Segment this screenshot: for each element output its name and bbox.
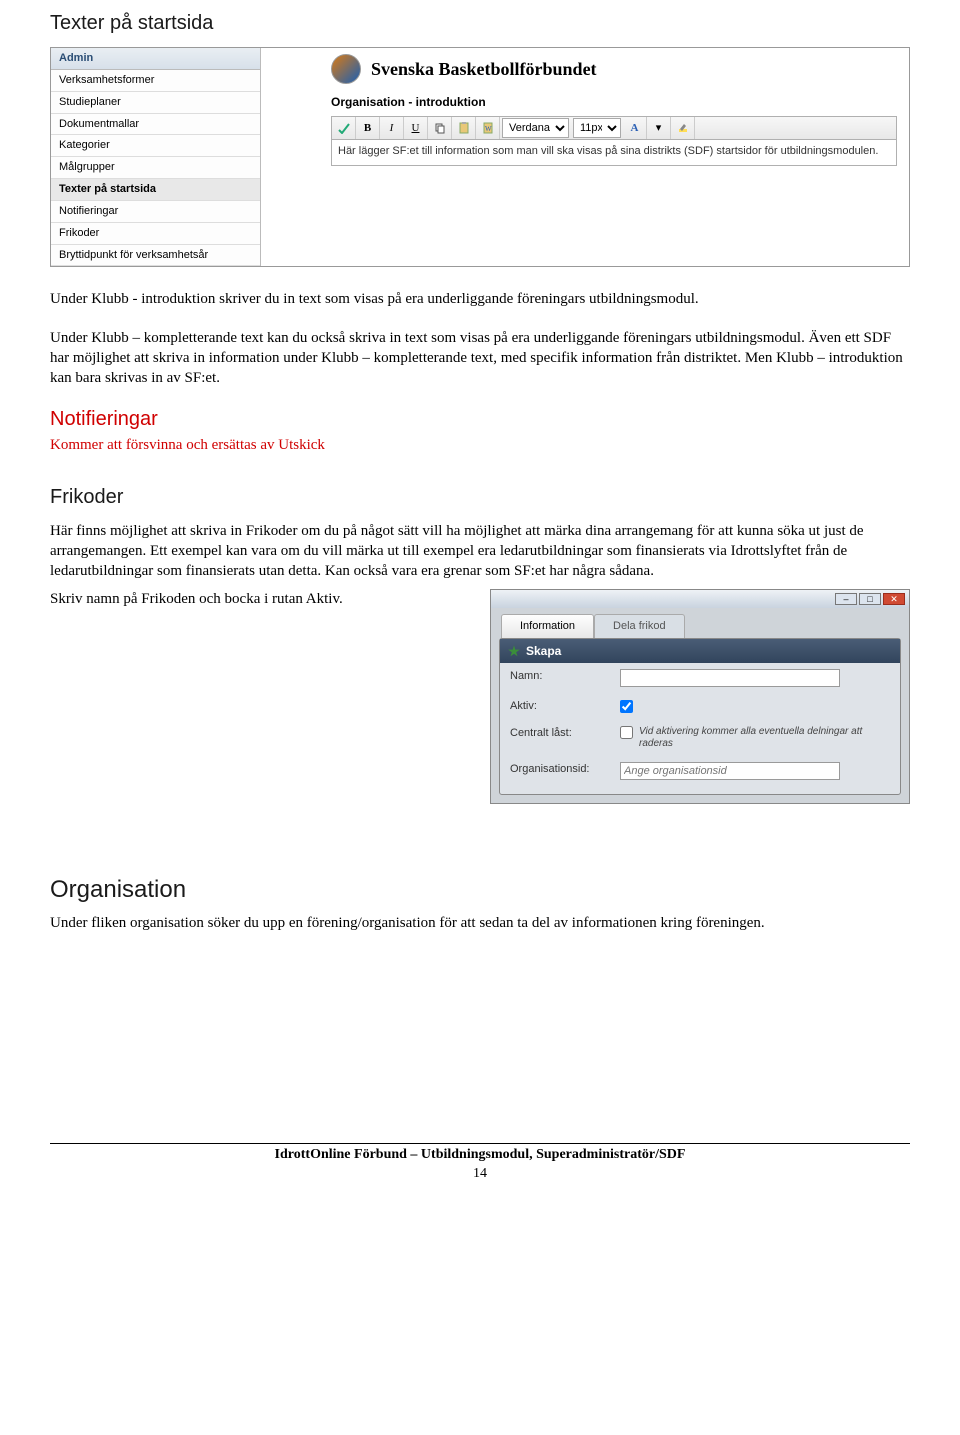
sidebar-item-studieplaner[interactable]: Studieplaner xyxy=(51,92,260,114)
star-icon xyxy=(508,645,520,657)
admin-sidebar-header: Admin xyxy=(51,48,260,70)
checkbox-aktiv[interactable] xyxy=(620,700,633,713)
label-namn: Namn: xyxy=(510,669,610,684)
notifieringar-note: Kommer att försvinna och ersättas av Uts… xyxy=(50,435,910,455)
window-titlebar: – □ ✕ xyxy=(491,590,909,608)
tab-information[interactable]: Information xyxy=(501,614,594,638)
copy-icon[interactable] xyxy=(428,117,452,139)
sidebar-item-texter-startsida[interactable]: Texter på startsida xyxy=(51,179,260,201)
sidebar-item-bryttidpunkt[interactable]: Bryttidpunkt för verksamhetsår xyxy=(51,245,260,267)
sidebar-item-kategorier[interactable]: Kategorier xyxy=(51,135,260,157)
sidebar-item-notifieringar[interactable]: Notifieringar xyxy=(51,201,260,223)
editor-pane: Svenska Basketbollförbundet Organisation… xyxy=(261,48,909,266)
window-minimize-button[interactable]: – xyxy=(835,593,857,605)
editor-textarea[interactable]: Här lägger SF:et till information som ma… xyxy=(331,140,897,166)
panel-title: Skapa xyxy=(526,643,561,659)
spellcheck-icon[interactable] xyxy=(332,117,356,139)
heading-organisation: Organisation xyxy=(50,874,910,906)
paragraph-klubb-kompl: Under Klubb – kompletterande text kan du… xyxy=(50,328,910,389)
label-aktiv: Aktiv: xyxy=(510,699,610,714)
font-size-select[interactable]: 11px xyxy=(573,118,621,138)
paste-word-icon[interactable]: W xyxy=(476,117,500,139)
heading-texter: Texter på startsida xyxy=(50,10,910,37)
italic-button[interactable]: I xyxy=(380,117,404,139)
sidebar-item-malgrupper[interactable]: Målgrupper xyxy=(51,157,260,179)
bold-button[interactable]: B xyxy=(356,117,380,139)
checkbox-centralt-last[interactable] xyxy=(620,726,633,739)
sidebar-item-verksamhetsformer[interactable]: Verksamhetsformer xyxy=(51,70,260,92)
heading-notifieringar: Notifieringar xyxy=(50,406,910,433)
footer-text: IdrottOnline Förbund – Utbildningsmodul,… xyxy=(50,1146,910,1165)
label-organisationsid: Organisationsid: xyxy=(510,762,610,777)
frikod-dialog-screenshot: – □ ✕ Information Dela frikod Skapa Namn… xyxy=(490,589,910,804)
sidebar-item-frikoder[interactable]: Frikoder xyxy=(51,223,260,245)
chevron-down-icon[interactable]: ▾ xyxy=(647,117,671,139)
highlight-icon[interactable] xyxy=(671,117,695,139)
paste-icon[interactable] xyxy=(452,117,476,139)
organisation-body: Under fliken organisation söker du upp e… xyxy=(50,913,910,933)
admin-sidebar: Admin Verksamhetsformer Studieplaner Dok… xyxy=(51,48,261,266)
font-family-select[interactable]: Verdana xyxy=(502,118,569,138)
panel-header: Skapa xyxy=(500,639,900,663)
sidebar-item-dokumentmallar[interactable]: Dokumentmallar xyxy=(51,114,260,136)
svg-text:W: W xyxy=(485,125,492,133)
tab-dela-frikod[interactable]: Dela frikod xyxy=(594,614,685,638)
frikoder-body: Här finns möjlighet att skriva in Frikod… xyxy=(50,521,910,582)
frikoder-action: Skriv namn på Frikoden och bocka i rutan… xyxy=(50,589,478,609)
input-organisationsid[interactable] xyxy=(620,762,840,780)
admin-editor-screenshot: Admin Verksamhetsformer Studieplaner Dok… xyxy=(50,47,910,267)
font-color-icon[interactable]: A xyxy=(623,117,647,139)
page-number: 14 xyxy=(50,1165,910,1184)
label-centralt-last: Centralt låst: xyxy=(510,726,610,741)
brand-logo-icon xyxy=(331,54,361,84)
footer-rule xyxy=(50,1143,910,1144)
window-maximize-button[interactable]: □ xyxy=(859,593,881,605)
heading-frikoder: Frikoder xyxy=(50,484,910,511)
editor-toolbar: B I U W Verdana 11px A ▾ xyxy=(331,116,897,140)
paragraph-klubb-intro: Under Klubb - introduktion skriver du in… xyxy=(50,289,910,309)
input-namn[interactable] xyxy=(620,669,840,687)
brand-title: Svenska Basketbollförbundet xyxy=(371,57,597,81)
skapa-panel: Skapa Namn: Aktiv: Centralt låst: Vid ak… xyxy=(499,638,901,795)
window-close-button[interactable]: ✕ xyxy=(883,593,905,605)
centralt-last-note: Vid aktivering kommer alla eventuella de… xyxy=(639,726,890,750)
editor-section-title: Organisation - introduktion xyxy=(331,94,897,110)
underline-button[interactable]: U xyxy=(404,117,428,139)
